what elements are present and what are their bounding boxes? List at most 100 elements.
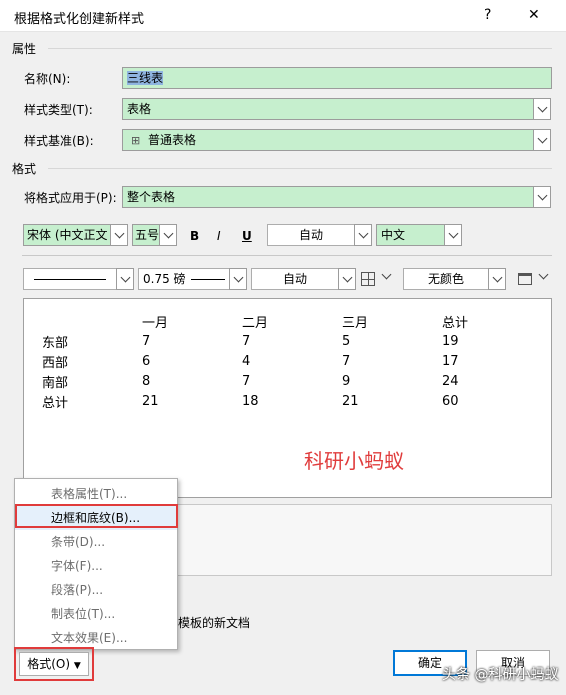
table-cell: 7 [342,353,351,369]
table-cell: 一月 [142,315,169,331]
table-row: 南部 8 7 9 24 [42,371,522,391]
style-type-select[interactable]: 表格 [122,98,534,120]
table-cell: 24 [442,373,459,389]
font-select[interactable]: 宋体 (中文正文 [23,224,111,246]
table-cell: 三月 [342,315,369,331]
close-button[interactable]: ✕ [528,7,540,23]
menu-item-paragraph[interactable]: 段落(P)... [15,578,177,602]
menu-item-table-properties[interactable]: 表格属性(T)... [15,482,177,506]
table-cell: 8 [142,373,151,389]
corner-watermark: 头条 @科研小蚂蚁 [442,667,559,683]
table-cell: 18 [242,393,259,409]
border-weight-select[interactable]: 0.75 磅 [138,268,230,290]
chevron-down-icon [537,190,547,201]
style-type-value: 表格 [127,102,152,116]
chevron-down-icon [163,228,173,239]
window-title: 根据格式化创建新样式 [14,12,145,27]
table-cell: 19 [442,333,459,349]
font-dropdown[interactable] [110,224,128,246]
menu-item-banding[interactable]: 条带(D)... [15,530,177,554]
chevron-down-icon [342,272,352,283]
italic-button[interactable]: I [217,229,221,243]
highlight-box [15,504,178,528]
chevron-down-icon [492,272,502,283]
font-color-value: 自动 [298,228,323,242]
table-cell: 5 [342,333,351,349]
table-cell [42,311,142,331]
borders-dropdown[interactable] [381,269,392,280]
chevron-down-icon [233,272,243,283]
preview-pane: 一月 二月 三月 总计 东部 7 7 5 19 西部 6 4 7 17 南部 8… [23,298,552,498]
help-button[interactable]: ? [484,7,491,23]
script-dropdown[interactable] [444,224,462,246]
apply-to-value: 整个表格 [127,190,176,204]
table-cell: 总计 [442,315,469,331]
table-cell: 7 [242,333,251,349]
style-type-dropdown[interactable] [533,98,551,120]
format-divider [48,168,552,169]
size-value: 五号 [135,228,160,242]
menu-item-font[interactable]: 字体(F)... [15,554,177,578]
border-weight-dropdown[interactable] [229,268,247,290]
name-field[interactable]: 三线表 [122,67,552,89]
line-style-preview [34,279,106,280]
table-cell: 21 [342,393,359,409]
font-color-dropdown[interactable] [354,224,372,246]
table-cell: 7 [242,373,251,389]
border-style-select[interactable] [23,268,117,290]
chevron-down-icon [114,228,124,239]
properties-divider [48,48,552,49]
shading-select[interactable]: 无颜色 [403,268,489,290]
border-style-dropdown[interactable] [116,268,134,290]
new-document-template-label: 模板的新文档 [178,616,251,630]
chevron-down-icon [537,133,547,144]
ok-button-label: 确定 [417,656,442,670]
style-type-label: 样式类型(T): [24,103,93,117]
table-cell: 9 [342,373,351,389]
table-cell: 17 [442,353,459,369]
chevron-down-icon [538,269,549,280]
table-cell: 21 [142,393,159,409]
menu-item-tabs[interactable]: 制表位(T)... [15,602,177,626]
table-cell: 6 [142,353,151,369]
table-cell: 60 [442,393,459,409]
table-row: 一月 二月 三月 总计 [42,311,522,331]
border-color-dropdown[interactable] [338,268,356,290]
table-cell: 二月 [242,315,269,331]
style-base-select[interactable]: ⊞ 普通表格 [122,129,534,151]
table-cell: 7 [142,333,151,349]
properties-section-label: 属性 [12,42,37,56]
table-cell: 总计 [42,395,69,411]
shading-value: 无颜色 [427,272,464,286]
table-row: 东部 7 7 5 19 [42,331,522,351]
bold-button[interactable]: B [190,229,199,243]
table-cell: 4 [242,353,251,369]
shading-dropdown[interactable] [488,268,506,290]
chevron-down-icon [537,102,547,113]
font-value: 宋体 (中文正文 [27,228,108,242]
table-style-dropdown[interactable] [538,269,549,280]
chevron-down-icon [448,228,458,239]
font-color-select[interactable]: 自动 [267,224,355,246]
script-select[interactable]: 中文 [376,224,445,246]
size-select[interactable]: 五号 [132,224,160,246]
title-bar: 根据格式化创建新样式 ? ✕ [0,0,566,32]
format-button-highlight [14,647,94,681]
border-color-select[interactable]: 自动 [251,268,339,290]
style-base-dropdown[interactable] [533,129,551,151]
preview-watermark: 科研小蚂蚁 [304,449,404,473]
table-style-icon[interactable] [518,273,532,285]
name-label: 名称(N): [24,72,71,86]
borders-button[interactable] [361,272,375,286]
table-row: 总计 21 18 21 60 [42,391,522,411]
line-weight-preview [191,279,226,280]
script-value: 中文 [381,228,406,242]
border-color-value: 自动 [282,272,307,286]
apply-to-dropdown[interactable] [533,186,551,208]
apply-to-select[interactable]: 整个表格 [122,186,534,208]
table-row: 西部 6 4 7 17 [42,351,522,371]
style-base-label: 样式基准(B): [24,134,94,148]
table-cell: 西部 [42,355,69,371]
underline-button[interactable]: U [242,229,252,243]
size-dropdown[interactable] [159,224,177,246]
